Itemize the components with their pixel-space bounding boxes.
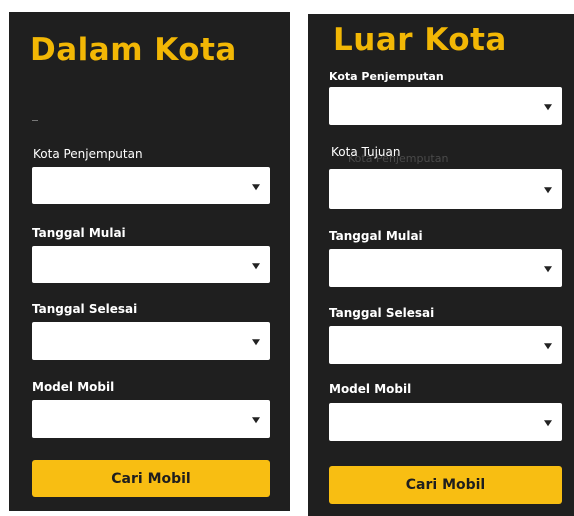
tanggal-selesai-select[interactable] (329, 326, 562, 364)
kota-tujuan-select[interactable] (329, 169, 562, 209)
dalam-kota-panel: Dalam Kota Kota Penjemputan Tanggal Mula… (9, 12, 290, 511)
caret-down-icon (252, 417, 260, 424)
cari-mobil-button[interactable]: Cari Mobil (32, 460, 270, 497)
kota-penjemputan-label: Kota Penjemputan (33, 147, 143, 161)
tanggal-selesai-select[interactable] (32, 322, 270, 360)
caret-down-icon (544, 343, 552, 350)
kota-penjemputan-select[interactable] (329, 87, 562, 125)
decorative-dash (32, 120, 38, 121)
luar-kota-panel: Luar Kota Kota Penjemputan Kota Penjempu… (308, 14, 574, 516)
caret-down-icon (544, 104, 552, 111)
caret-down-icon (544, 187, 552, 194)
tanggal-mulai-select[interactable] (329, 249, 562, 287)
tanggal-mulai-label: Tanggal Mulai (32, 226, 126, 240)
tanggal-mulai-label: Tanggal Mulai (329, 229, 423, 243)
cari-mobil-button[interactable]: Cari Mobil (329, 466, 562, 504)
caret-down-icon (252, 339, 260, 346)
caret-down-icon (252, 183, 260, 190)
model-mobil-select[interactable] (329, 403, 562, 441)
model-mobil-select[interactable] (32, 400, 270, 438)
model-mobil-label: Model Mobil (32, 380, 115, 394)
dalam-kota-title: Dalam Kota (30, 32, 237, 68)
kota-penjemputan-select[interactable] (32, 167, 270, 204)
kota-penjemputan-label: Kota Penjemputan (329, 70, 444, 83)
tanggal-mulai-select[interactable] (32, 246, 270, 283)
kota-tujuan-label: Kota Tujuan (331, 145, 401, 159)
model-mobil-label: Model Mobil (329, 382, 412, 396)
caret-down-icon (544, 266, 552, 273)
caret-down-icon (252, 262, 260, 269)
tanggal-selesai-label: Tanggal Selesai (329, 306, 435, 320)
tanggal-selesai-label: Tanggal Selesai (32, 302, 138, 316)
luar-kota-title: Luar Kota (333, 22, 507, 58)
caret-down-icon (544, 420, 552, 427)
